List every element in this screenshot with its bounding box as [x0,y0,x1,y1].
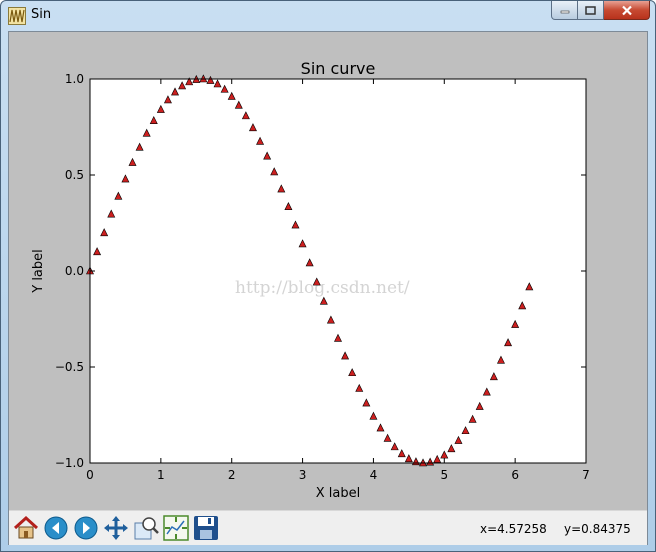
zoom-rect-icon[interactable] [132,514,160,542]
minimize-icon [560,10,569,14]
chart-title: Sin curve [301,59,376,78]
y-tick-label: −0.5 [55,360,84,374]
watermark-text: http://blog.csdn.net/ [235,278,410,298]
close-button[interactable] [604,1,650,20]
x-tick-label: 2 [228,468,236,482]
cursor-x-readout: x=4.57258 [480,522,547,536]
matplotlib-icon [8,7,26,25]
x-tick-label: 0 [86,468,94,482]
y-axis-label: Y label [31,249,46,294]
x-tick-label: 6 [511,468,519,482]
y-tick-label: 1.0 [65,72,84,86]
window-controls [551,1,650,21]
maximize-icon [585,5,596,15]
app-window: Sin http://blog.csdn.net/ 0 1 2 3 4 5 6 7 1.0 0.5… [0,0,656,552]
pan-move-icon[interactable] [102,514,130,542]
y-tick-label: 0.0 [65,264,84,278]
x-tick-label: 1 [157,468,165,482]
maximize-button[interactable] [578,1,604,20]
y-tick-label: −1.0 [55,456,84,470]
forward-arrow-icon[interactable] [72,514,100,542]
x-tick-label: 3 [299,468,307,482]
cursor-y-readout: y=0.84375 [564,522,631,536]
close-icon [621,5,632,15]
home-icon[interactable] [12,514,40,542]
y-tick-label: 0.5 [65,168,84,182]
back-arrow-icon[interactable] [42,514,70,542]
x-tick-label: 5 [440,468,448,482]
navigation-toolbar: x=4.57258 y=0.84375 [9,510,647,545]
figure-canvas[interactable]: http://blog.csdn.net/ 0 1 2 3 4 5 6 7 1.0 0.5 0.0 −… [9,32,647,510]
x-tick-label: 7 [582,468,590,482]
configure-subplots-icon[interactable] [162,514,190,542]
window-title: Sin [31,7,52,22]
minimize-button[interactable] [551,1,578,20]
x-axis-label: X label [316,486,360,501]
x-tick-label: 4 [370,468,378,482]
save-floppy-icon[interactable] [192,514,220,542]
figure-canvas-area[interactable]: http://blog.csdn.net/ 0 1 2 3 4 5 6 7 1.0 0.5 0.0 −… [8,31,648,545]
title-bar[interactable]: Sin [1,1,655,31]
axes-background [90,79,586,463]
